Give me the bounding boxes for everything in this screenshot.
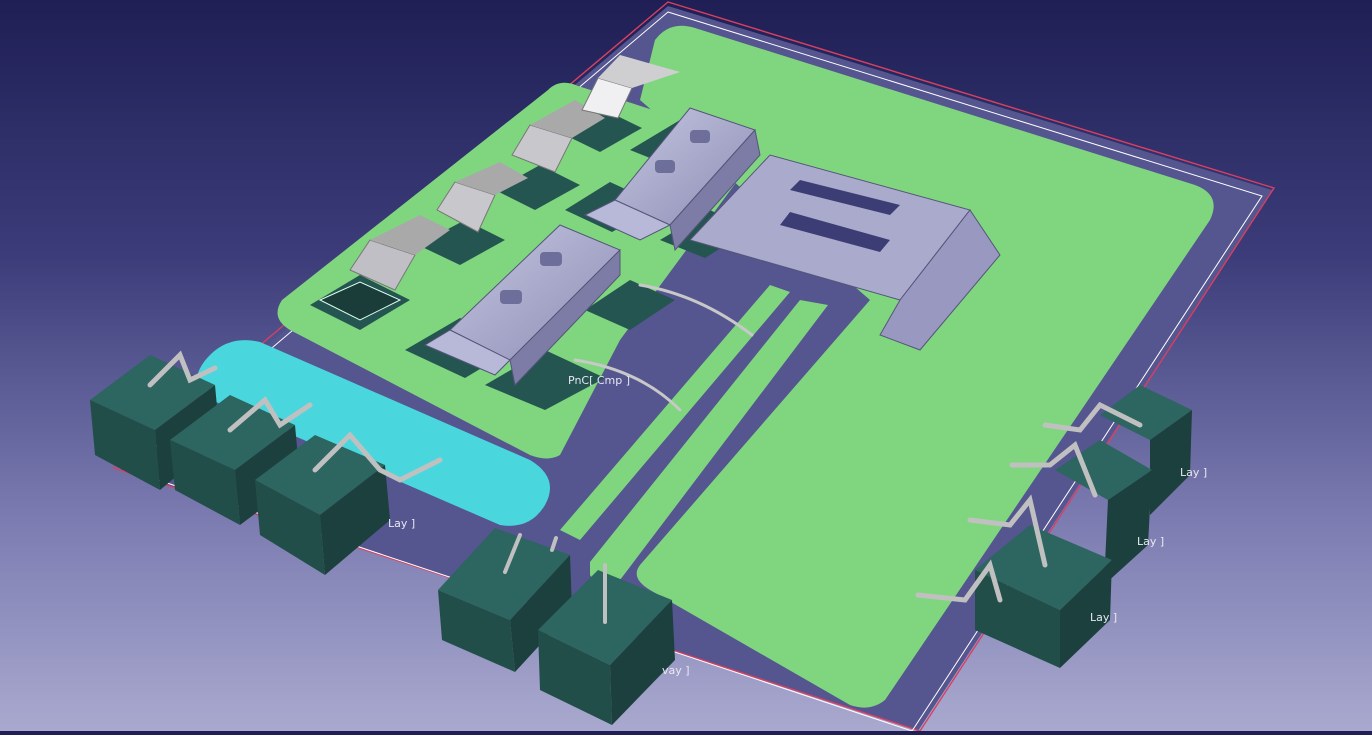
right-terminal-tag-3: Lay ] bbox=[1090, 611, 1117, 624]
3d-viewport[interactable]: PnC[ Cmp ] Lay ] Lay ] Lay ] Lay ] vay ] bbox=[0, 0, 1372, 732]
left-terminal-tag: Lay ] bbox=[388, 517, 415, 530]
bottom-terminal-tag: vay ] bbox=[662, 664, 690, 677]
right-terminal-tag-2: Lay ] bbox=[1137, 535, 1164, 548]
right-terminal-tag-1: Lay ] bbox=[1180, 466, 1207, 479]
pcb-3d-scene[interactable]: PnC[ Cmp ] Lay ] Lay ] Lay ] Lay ] vay ] bbox=[0, 0, 1372, 732]
component-tag: PnC[ Cmp ] bbox=[568, 374, 630, 387]
